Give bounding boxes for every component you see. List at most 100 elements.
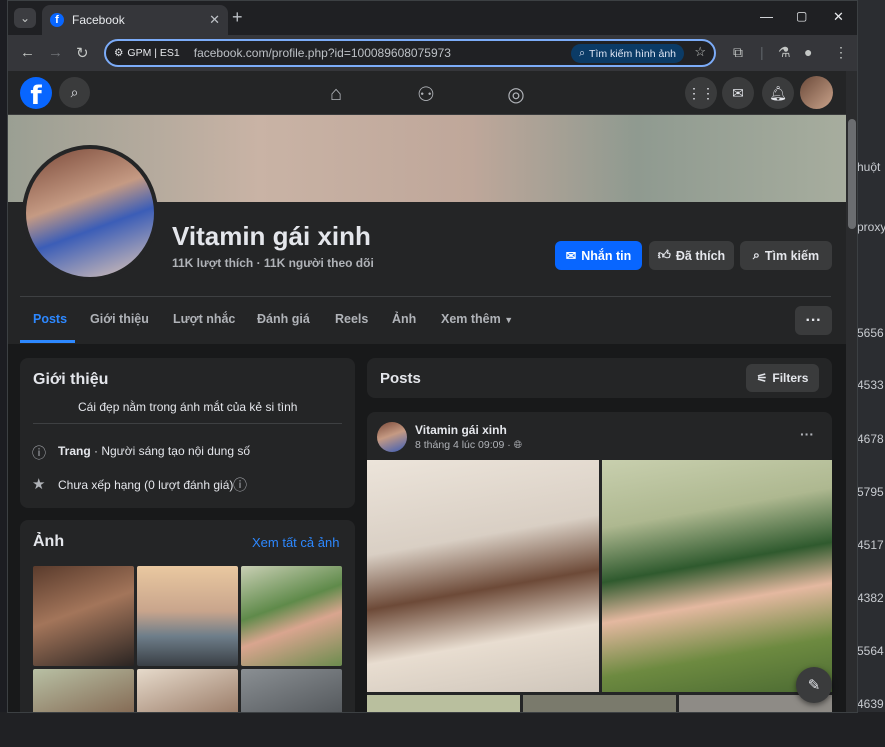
search-button[interactable]: ⌕ — [59, 77, 90, 108]
close-window-icon[interactable]: ✕ — [833, 9, 844, 25]
home-icon[interactable]: ⌂ — [323, 81, 349, 107]
post-image[interactable] — [367, 695, 520, 712]
active-tab-indicator — [20, 340, 75, 343]
tab-about[interactable]: Giới thiệu — [90, 312, 149, 326]
browser-window: ⌄ f Facebook ✕ + — ▢ ✕ ← → ↻ ⚙ GPM | ES1 … — [7, 0, 858, 713]
notifications-button[interactable]: 🔔︎ — [762, 77, 794, 109]
forward-icon[interactable]: → — [48, 44, 63, 61]
page-scrollbar[interactable] — [846, 71, 857, 712]
messenger-button[interactable]: ✉ — [722, 77, 754, 109]
bg-text: proxy — [857, 220, 885, 234]
intro-divider — [33, 423, 342, 424]
browser-toolbar: ← → ↻ ⚙ GPM | ES1 facebook.com/profile.ph… — [8, 35, 857, 71]
see-all-photos-link[interactable]: Xem tất cả ảnh — [252, 535, 339, 550]
intro-category: Trang · Người sáng tạo nội dung số — [58, 444, 250, 458]
photo-thumbnail[interactable] — [241, 669, 342, 712]
close-tab-icon[interactable]: ✕ — [209, 12, 220, 28]
profile-stats[interactable]: 11K lượt thích · 11K người theo dõi — [172, 256, 374, 270]
caret-down-icon: ▼ — [504, 315, 514, 325]
liked-label: Đã thích — [675, 248, 726, 263]
bg-text: 5564 — [857, 644, 884, 658]
category-bold: Trang — [58, 444, 91, 458]
photo-thumbnail[interactable] — [33, 669, 134, 712]
posts-title: Posts — [380, 370, 421, 387]
tab-mentions[interactable]: Lượt nhắc — [173, 312, 235, 326]
minimize-icon[interactable]: — — [760, 9, 773, 24]
tab-more[interactable]: Xem thêm ▼ — [441, 312, 513, 326]
photo-thumbnail[interactable] — [137, 669, 238, 712]
message-button[interactable]: ✉ Nhắn tin — [555, 241, 642, 270]
friends-icon[interactable]: ⚇ — [413, 81, 439, 107]
compose-message-button[interactable]: ✎ — [796, 667, 832, 703]
post-author[interactable]: Vitamin gái xinh — [415, 423, 507, 437]
reload-icon[interactable]: ↻ — [76, 44, 89, 62]
facebook-favicon-icon: f — [50, 13, 64, 27]
intro-title: Giới thiệu — [33, 371, 109, 388]
grid-icon: ⋮⋮ — [687, 84, 715, 101]
globe-icon: 🌐︎ — [513, 439, 523, 451]
photo-thumbnail[interactable] — [33, 566, 134, 666]
groups-icon[interactable]: ◎ — [503, 81, 529, 107]
profile-icon[interactable]: ● — [804, 44, 812, 60]
toolbar-divider: | — [760, 44, 764, 60]
tab-reels[interactable]: Reels — [335, 312, 368, 326]
photos-card: Ảnh Xem tất cả ảnh — [20, 520, 355, 712]
browser-tab-facebook[interactable]: f Facebook ✕ — [42, 5, 228, 35]
new-tab-icon[interactable]: + — [232, 7, 243, 28]
intro-card: Giới thiệu Cái đẹp nằm trong ánh mắt của… — [20, 358, 355, 508]
profile-page: Vitamin gái xinh 11K lượt thích · 11K ng… — [8, 115, 846, 712]
labs-icon[interactable]: ⚗ — [778, 44, 791, 61]
maximize-icon[interactable]: ▢ — [796, 9, 807, 23]
extensions-icon[interactable]: ⧉ — [733, 44, 743, 61]
tab-posts[interactable]: Posts — [33, 312, 67, 326]
filters-button[interactable]: ⚟ Filters — [746, 364, 819, 392]
more-options-button[interactable]: ··· — [795, 306, 832, 335]
post-card: Vitamin gái xinh 8 tháng 4 lúc 09:09 · 🌐… — [367, 412, 832, 712]
account-avatar[interactable] — [800, 76, 833, 109]
star-icon: ★ — [32, 476, 46, 493]
liked-button[interactable]: 👍︎ Đã thích — [649, 241, 734, 270]
tab-photos[interactable]: Ảnh — [392, 312, 416, 326]
search-icon: ⌕ — [70, 84, 79, 100]
url-text: facebook.com/profile.php?id=100089608075… — [193, 46, 451, 60]
post-time[interactable]: 8 tháng 4 lúc 09:09 · 🌐︎ — [415, 439, 522, 452]
profile-search-button[interactable]: ⌕ Tìm kiếm — [740, 241, 832, 270]
bg-text: 4382 — [857, 591, 884, 605]
profile-avatar[interactable] — [22, 145, 158, 281]
post-image[interactable] — [602, 460, 832, 692]
address-bar[interactable]: ⚙ GPM | ES1 facebook.com/profile.php?id=1… — [104, 39, 716, 67]
back-icon[interactable]: ← — [20, 44, 35, 61]
post-author-avatar[interactable] — [377, 422, 407, 452]
facebook-logo-icon[interactable]: f — [20, 77, 52, 109]
bg-text: 4533 — [857, 378, 884, 392]
tab-search-button[interactable]: ⌄ — [14, 8, 36, 28]
filters-label: Filters — [772, 371, 809, 385]
profile-name: Vitamin gái xinh — [172, 221, 371, 251]
post-image[interactable] — [523, 695, 676, 712]
menu-icon[interactable]: ⋮ — [834, 44, 848, 61]
site-info[interactable]: ⚙ GPM | ES1 — [114, 47, 180, 59]
photo-thumbnail[interactable] — [241, 566, 342, 666]
bookmark-star-icon[interactable]: ☆ — [694, 44, 706, 60]
post-image[interactable] — [367, 460, 599, 692]
bg-text: 4678 — [857, 432, 884, 446]
thumbs-up-icon: 👍︎ — [657, 248, 671, 262]
filters-icon: ⚟ — [756, 371, 768, 385]
messenger-icon: ✉ — [732, 84, 744, 101]
post-options-icon[interactable]: ··· — [800, 426, 814, 442]
bg-text: 5656 — [857, 326, 884, 340]
bell-icon: 🔔︎ — [769, 84, 787, 101]
edit-icon: ✎ — [807, 677, 821, 694]
post-time-text: 8 tháng 4 lúc 09:09 · — [415, 439, 511, 451]
scrollbar-thumb[interactable] — [848, 119, 856, 229]
photo-thumbnail[interactable] — [137, 566, 238, 666]
profile-search-label: Tìm kiếm — [764, 248, 820, 263]
menu-grid-button[interactable]: ⋮⋮ — [685, 77, 717, 109]
bg-text: huột — [857, 160, 881, 174]
bg-text: 5795 — [857, 485, 884, 499]
intro-bio: Cái đẹp nằm trong ánh mắt của kẻ si tình — [78, 400, 298, 414]
tab-reviews[interactable]: Đánh giá — [257, 312, 310, 326]
search-icon: ⌕ — [752, 248, 760, 262]
info-icon[interactable]: ⓘ — [233, 475, 247, 495]
image-search-button[interactable]: ⌕ Tìm kiếm hình ảnh — [571, 44, 684, 63]
